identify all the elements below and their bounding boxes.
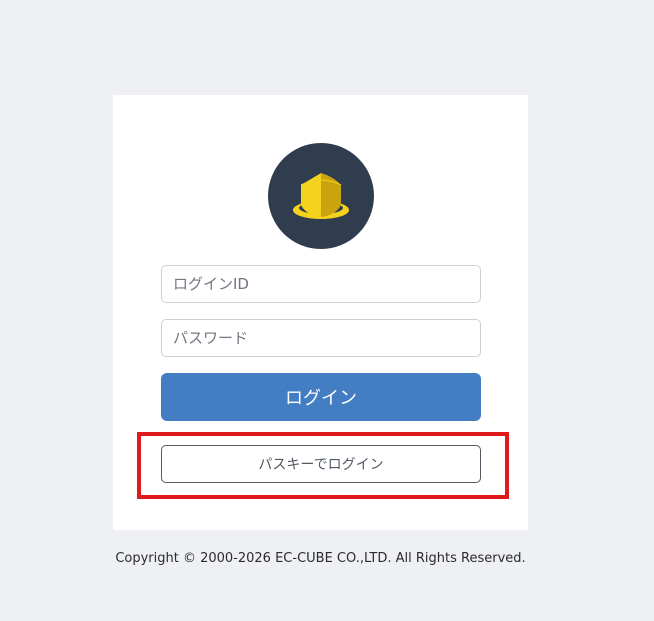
- login-button[interactable]: ログイン: [161, 373, 481, 421]
- login-id-input[interactable]: [161, 265, 481, 303]
- ec-cube-logo-icon: [268, 143, 374, 249]
- passkey-login-button[interactable]: パスキーでログイン: [161, 445, 481, 483]
- login-card: ログイン パスキーでログイン: [113, 95, 528, 530]
- password-input[interactable]: [161, 319, 481, 357]
- copyright-text: Copyright © 2000-2026 EC-CUBE CO.,LTD. A…: [115, 551, 526, 566]
